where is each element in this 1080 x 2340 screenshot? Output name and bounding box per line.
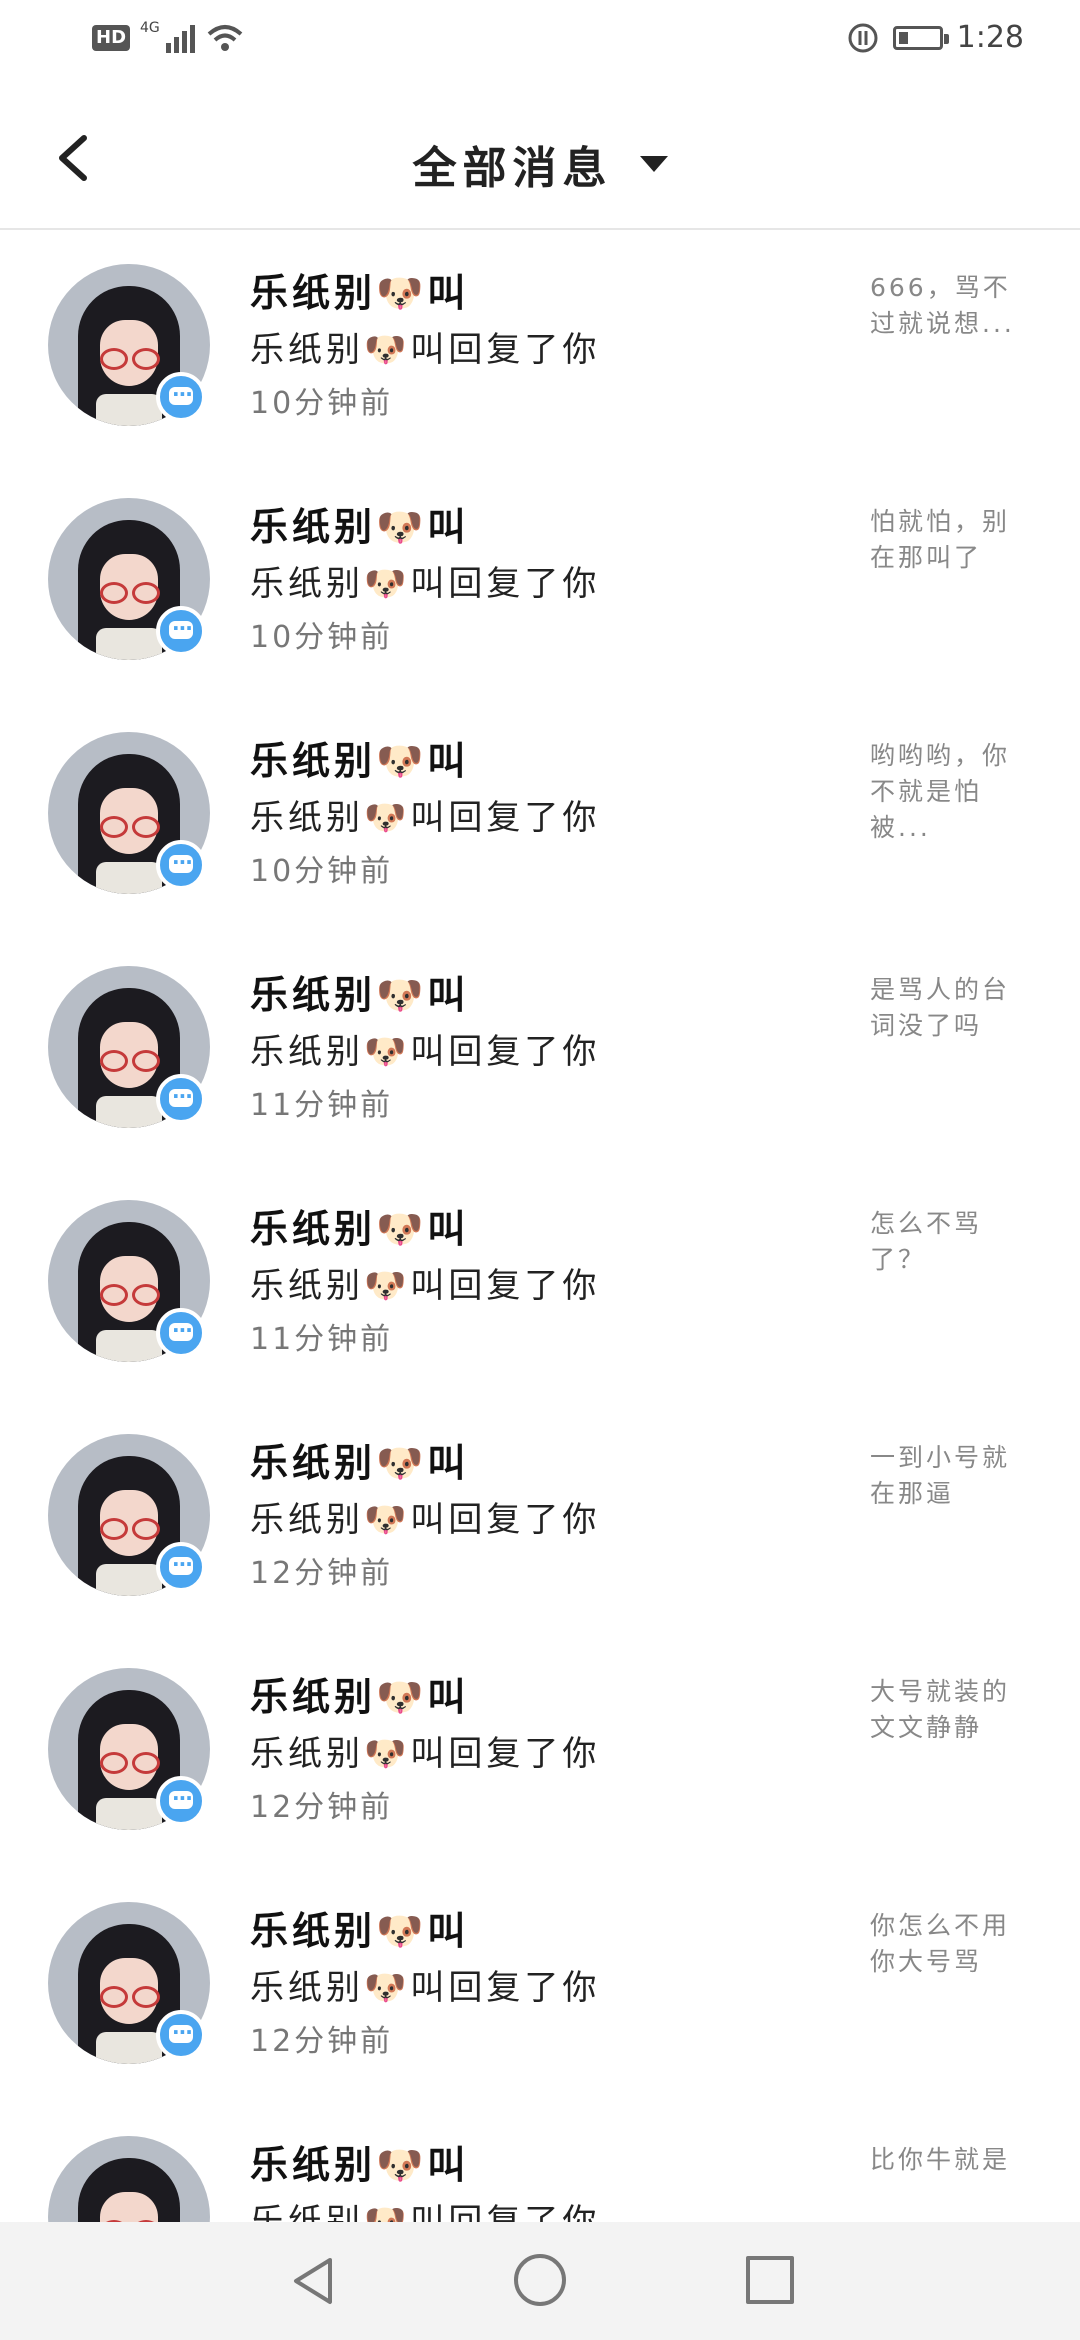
page-title: 全部消息 (412, 143, 613, 194)
list-item[interactable]: 乐纸别🐶叫 乐纸别🐶叫回复了你 12分钟前 大号就装的文文静静 (0, 1634, 1080, 1868)
sender-name: 乐纸别🐶叫 (250, 1675, 470, 1719)
signal-icon (165, 23, 195, 53)
caret-down-icon (639, 156, 668, 172)
reply-action-text: 乐纸别🐶叫回复了你 (250, 1734, 601, 1774)
message-preview: 哟哟哟，你不就是怕被... (870, 741, 1011, 842)
reply-action-text: 乐纸别🐶叫回复了你 (250, 1032, 601, 1072)
list-item[interactable]: 乐纸别🐶叫 乐纸别🐶叫回复了你 10分钟前 666，骂不过就说想... (0, 230, 1080, 464)
reply-action-text: 乐纸别🐶叫回复了你 (250, 1266, 601, 1306)
nav-recents-icon[interactable] (746, 2256, 794, 2304)
list-item[interactable]: 乐纸别🐶叫 乐纸别🐶叫回复了你 10分钟前 哟哟哟，你不就是怕被... (0, 698, 1080, 932)
reply-action-text: 乐纸别🐶叫回复了你 (250, 798, 601, 838)
status-left: HD 4G (92, 20, 245, 54)
reply-action-text: 乐纸别🐶叫回复了你 (250, 330, 601, 370)
data-saver-icon (848, 23, 878, 52)
sender-name: 乐纸别🐶叫 (250, 1909, 470, 1953)
nav-home-icon[interactable] (514, 2254, 566, 2306)
comment-badge-icon (156, 1308, 206, 1358)
status-bar: HD 4G 1:28 (0, 0, 1080, 84)
network-label: 4G (140, 20, 160, 36)
comment-badge-icon (156, 1776, 206, 1826)
reply-action-text: 乐纸别🐶叫回复了你 (250, 1968, 601, 2008)
message-preview: 大号就装的文文静静 (870, 1677, 1011, 1742)
title-dropdown[interactable]: 全部消息 (0, 132, 1080, 196)
message-time: 10分钟前 (250, 386, 394, 421)
message-time: 12分钟前 (250, 2024, 394, 2059)
status-right: 1:28 (847, 20, 1024, 55)
header-bar: 全部消息 (0, 100, 1080, 230)
sender-name: 乐纸别🐶叫 (250, 739, 470, 783)
list-item[interactable]: 乐纸别🐶叫 乐纸别🐶叫回复了你 12分钟前 一到小号就在那逼 (0, 1400, 1080, 1634)
system-nav-bar (0, 2222, 1080, 2340)
comment-badge-icon (156, 372, 206, 422)
reply-action-text: 乐纸别🐶叫回复了你 (250, 1500, 601, 1540)
sender-name: 乐纸别🐶叫 (250, 1441, 470, 1485)
message-preview: 怎么不骂了？ (870, 1209, 983, 1274)
message-time: 12分钟前 (250, 1556, 394, 1591)
comment-badge-icon (156, 2010, 206, 2060)
message-preview: 一到小号就在那逼 (870, 1443, 1011, 1508)
comment-badge-icon (156, 840, 206, 890)
nav-back-icon[interactable] (288, 2254, 338, 2308)
message-preview: 666，骂不过就说想... (870, 273, 1015, 338)
message-list: 乐纸别🐶叫 乐纸别🐶叫回复了你 10分钟前 666，骂不过就说想... 乐纸别🐶… (0, 230, 1080, 2336)
battery-icon (892, 25, 949, 50)
list-item[interactable]: 乐纸别🐶叫 乐纸别🐶叫回复了你 12分钟前 你怎么不用你大号骂 (0, 1868, 1080, 2102)
sender-name: 乐纸别🐶叫 (250, 1207, 470, 1251)
message-time: 10分钟前 (250, 620, 394, 655)
comment-badge-icon (156, 1542, 206, 1592)
sender-name: 乐纸别🐶叫 (250, 973, 470, 1017)
reply-action-text: 乐纸别🐶叫回复了你 (250, 564, 601, 604)
message-time: 10分钟前 (250, 854, 394, 889)
message-preview: 比你牛就是 (870, 2145, 1011, 2174)
hd-badge: HD (92, 25, 131, 51)
status-time: 1:28 (956, 20, 1024, 55)
sender-name: 乐纸别🐶叫 (250, 271, 470, 315)
sender-name: 乐纸别🐶叫 (250, 505, 470, 549)
list-item[interactable]: 乐纸别🐶叫 乐纸别🐶叫回复了你 11分钟前 怎么不骂了？ (0, 1166, 1080, 1400)
list-item[interactable]: 乐纸别🐶叫 乐纸别🐶叫回复了你 11分钟前 是骂人的台词没了吗 (0, 932, 1080, 1166)
message-time: 11分钟前 (250, 1088, 394, 1123)
sender-name: 乐纸别🐶叫 (250, 2143, 470, 2187)
comment-badge-icon (156, 606, 206, 656)
comment-badge-icon (156, 1074, 206, 1124)
message-preview: 是骂人的台词没了吗 (870, 975, 1011, 1040)
wifi-icon (207, 25, 243, 51)
list-item[interactable]: 乐纸别🐶叫 乐纸别🐶叫回复了你 10分钟前 怕就怕，别在那叫了 (0, 464, 1080, 698)
message-time: 11分钟前 (250, 1322, 394, 1357)
message-preview: 怕就怕，别在那叫了 (870, 507, 1011, 572)
message-preview: 你怎么不用你大号骂 (870, 1911, 1011, 1976)
message-time: 12分钟前 (250, 1790, 394, 1825)
